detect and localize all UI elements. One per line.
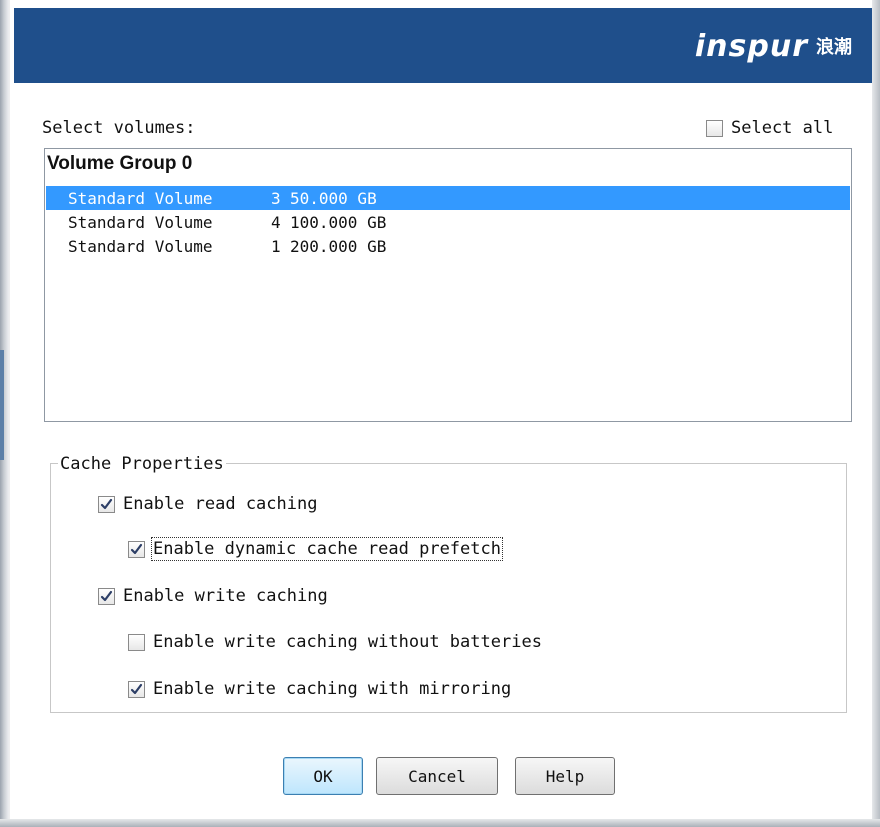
- help-button[interactable]: Help: [515, 757, 615, 795]
- dynamic-prefetch-label: Enable dynamic cache read prefetch: [151, 537, 503, 561]
- without-batteries-label: Enable write caching without batteries: [153, 632, 542, 652]
- mirroring-label: Enable write caching with mirroring: [153, 679, 512, 699]
- volume-row[interactable]: Standard Volume 1 200.000 GB: [46, 234, 850, 258]
- volume-row[interactable]: Standard Volume 3 50.000 GB: [46, 186, 850, 210]
- select-all-label: Select all: [731, 118, 834, 138]
- select-all-check-icon[interactable]: [706, 119, 723, 137]
- volume-name: Standard Volume: [68, 212, 213, 232]
- volume-size: 100.000 GB: [290, 212, 387, 232]
- volume-size: 50.000 GB: [290, 188, 377, 208]
- logo-chinese-text: 浪潮: [816, 37, 852, 58]
- read-caching-label: Enable read caching: [123, 494, 318, 514]
- cancel-button-label: Cancel: [408, 766, 466, 786]
- select-volumes-label: Select volumes:: [42, 118, 196, 138]
- enable-write-caching-checkbox[interactable]: Enable write caching: [98, 586, 328, 606]
- without-batteries-check-icon[interactable]: [128, 633, 145, 651]
- volume-number: 3: [271, 188, 281, 208]
- volume-name: Standard Volume: [68, 188, 213, 208]
- help-button-label: Help: [545, 766, 585, 786]
- volume-size: 200.000 GB: [290, 236, 387, 256]
- ok-button-label: OK: [313, 766, 333, 786]
- write-caching-check-icon[interactable]: [98, 587, 115, 605]
- mirroring-check-icon[interactable]: [128, 680, 145, 698]
- enable-read-caching-checkbox[interactable]: Enable read caching: [98, 494, 317, 514]
- read-caching-check-icon[interactable]: [98, 495, 115, 513]
- enable-write-caching-without-batteries-checkbox[interactable]: Enable write caching without batteries: [128, 632, 542, 652]
- ok-button[interactable]: OK: [283, 757, 363, 795]
- inspur-logo: inspur 浪潮: [695, 28, 852, 64]
- enable-write-caching-with-mirroring-checkbox[interactable]: Enable write caching with mirroring: [128, 679, 511, 699]
- enable-dynamic-prefetch-checkbox[interactable]: Enable dynamic cache read prefetch: [128, 537, 503, 561]
- dynamic-prefetch-check-icon[interactable]: [128, 540, 145, 558]
- volume-group-header: Volume Group 0: [47, 153, 193, 174]
- select-volumes-label-text: Select volumes:: [42, 118, 196, 138]
- volume-row[interactable]: Standard Volume 4 100.000 GB: [46, 210, 850, 234]
- brand-banner: inspur 浪潮: [14, 8, 872, 83]
- select-all-checkbox[interactable]: Select all: [706, 118, 833, 138]
- volume-list[interactable]: Volume Group 0 Standard Volume 3 50.000 …: [44, 148, 852, 422]
- window-right-border: [872, 0, 880, 827]
- cancel-button[interactable]: Cancel: [376, 757, 498, 795]
- window-bottom-border: [0, 819, 880, 827]
- volume-cache-settings-dialog: inspur 浪潮 Select volumes: Select all Vol…: [0, 0, 880, 827]
- volume-name: Standard Volume: [68, 236, 213, 256]
- logo-wordmark: inspur: [694, 28, 808, 64]
- window-left-accent: [0, 350, 4, 460]
- volume-number: 1: [271, 236, 281, 256]
- write-caching-label: Enable write caching: [123, 586, 328, 606]
- cache-properties-title: Cache Properties: [58, 454, 226, 474]
- volume-number: 4: [271, 212, 281, 232]
